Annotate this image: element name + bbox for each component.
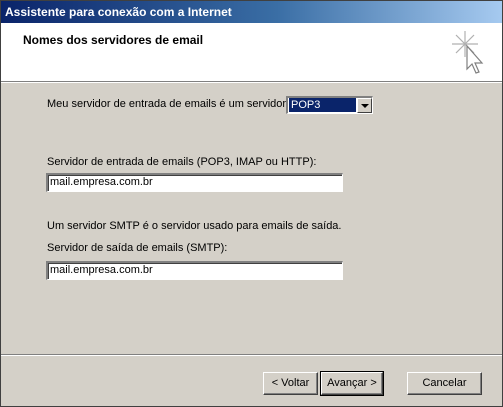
wizard-header: Nomes dos servidores de email (1, 23, 502, 81)
title-bar[interactable]: Assistente para conexão com a Internet (1, 1, 502, 23)
server-type-select[interactable]: POP3 (286, 96, 373, 114)
page-title: Nomes dos servidores de email (23, 33, 204, 47)
chevron-down-icon (361, 104, 369, 108)
wizard-sparkle-cursor-icon (452, 31, 484, 74)
next-button[interactable]: Avançar > (320, 371, 384, 396)
server-type-label: Meu servidor de entrada de emails é um s… (47, 98, 287, 110)
window-title: Assistente para conexão com a Internet (5, 5, 232, 19)
server-type-value: POP3 (289, 98, 356, 112)
wizard-window: Assistente para conexão com a Internet N… (0, 0, 503, 407)
incoming-server-input[interactable]: mail.empresa.com.br (46, 173, 343, 192)
footer-divider (1, 354, 502, 356)
header-divider (1, 81, 502, 83)
incoming-server-label: Servidor de entrada de emails (POP3, IMA… (47, 156, 317, 168)
outgoing-server-input[interactable]: mail.empresa.com.br (46, 261, 343, 280)
back-button[interactable]: < Voltar (263, 372, 318, 395)
cancel-button[interactable]: Cancelar (407, 372, 482, 395)
smtp-note: Um servidor SMTP é o servidor usado para… (47, 220, 342, 232)
outgoing-server-label: Servidor de saída de emails (SMTP): (47, 242, 228, 254)
dropdown-button[interactable] (357, 98, 372, 113)
